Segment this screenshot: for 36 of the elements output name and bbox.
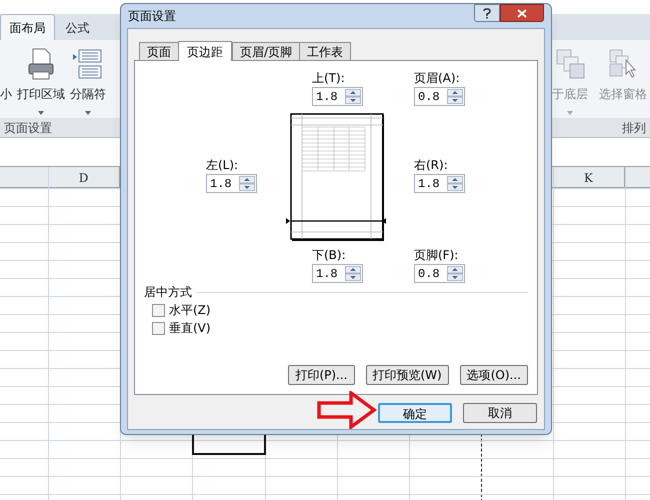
dialog-button[interactable]: 打印预览(W)	[366, 365, 449, 385]
column-header[interactable]: K	[553, 167, 625, 188]
field-label: 左(L):	[206, 157, 240, 174]
help-icon	[483, 8, 491, 18]
dialog-tab[interactable]: 工作表	[299, 42, 352, 60]
dialog-title: 页面设置	[128, 8, 176, 25]
printer-icon	[27, 48, 55, 80]
checkbox-option[interactable]: 水平(Z)	[152, 301, 211, 319]
dialog-button[interactable]: 打印(P)...	[288, 365, 354, 385]
ribbon-group-label: 页面设置	[4, 120, 52, 136]
ribbon-tab[interactable]: 公式	[55, 16, 100, 40]
field-label: 页眉(A):	[414, 70, 461, 87]
close-button[interactable]	[500, 4, 544, 22]
field-label: 下(B):	[312, 247, 347, 264]
dialog-button[interactable]: 选项(O)...	[460, 365, 528, 385]
field-label: 上(T):	[312, 70, 346, 87]
ribbon-button[interactable]: 小	[0, 40, 14, 118]
close-icon	[517, 8, 527, 18]
dialog-tab[interactable]: 页眉/页脚	[232, 42, 300, 60]
page-break-icon	[73, 48, 103, 80]
ribbon-group-label: 排列	[622, 120, 646, 136]
field-label: 页脚(F):	[414, 247, 460, 264]
layers-icon	[555, 48, 585, 80]
checkbox-option[interactable]: 垂直(V)	[152, 319, 211, 337]
dialog-tab[interactable]: 页面	[139, 42, 179, 60]
ribbon-button[interactable]: 分隔符	[68, 40, 108, 118]
selection-pane-icon	[608, 48, 638, 80]
dialog-button[interactable]: 取消	[463, 403, 537, 423]
dialog-button[interactable]: 确定	[378, 403, 452, 423]
ribbon-tab[interactable]: 面布局	[0, 14, 55, 40]
dialog-tab[interactable]: 页边距	[178, 41, 232, 61]
ribbon-button[interactable]: 打印区域	[14, 40, 68, 118]
help-button[interactable]	[474, 4, 500, 22]
group-title: 居中方式	[144, 284, 192, 301]
field-label: 右(R):	[414, 157, 449, 174]
annotation-arrow	[317, 391, 377, 429]
